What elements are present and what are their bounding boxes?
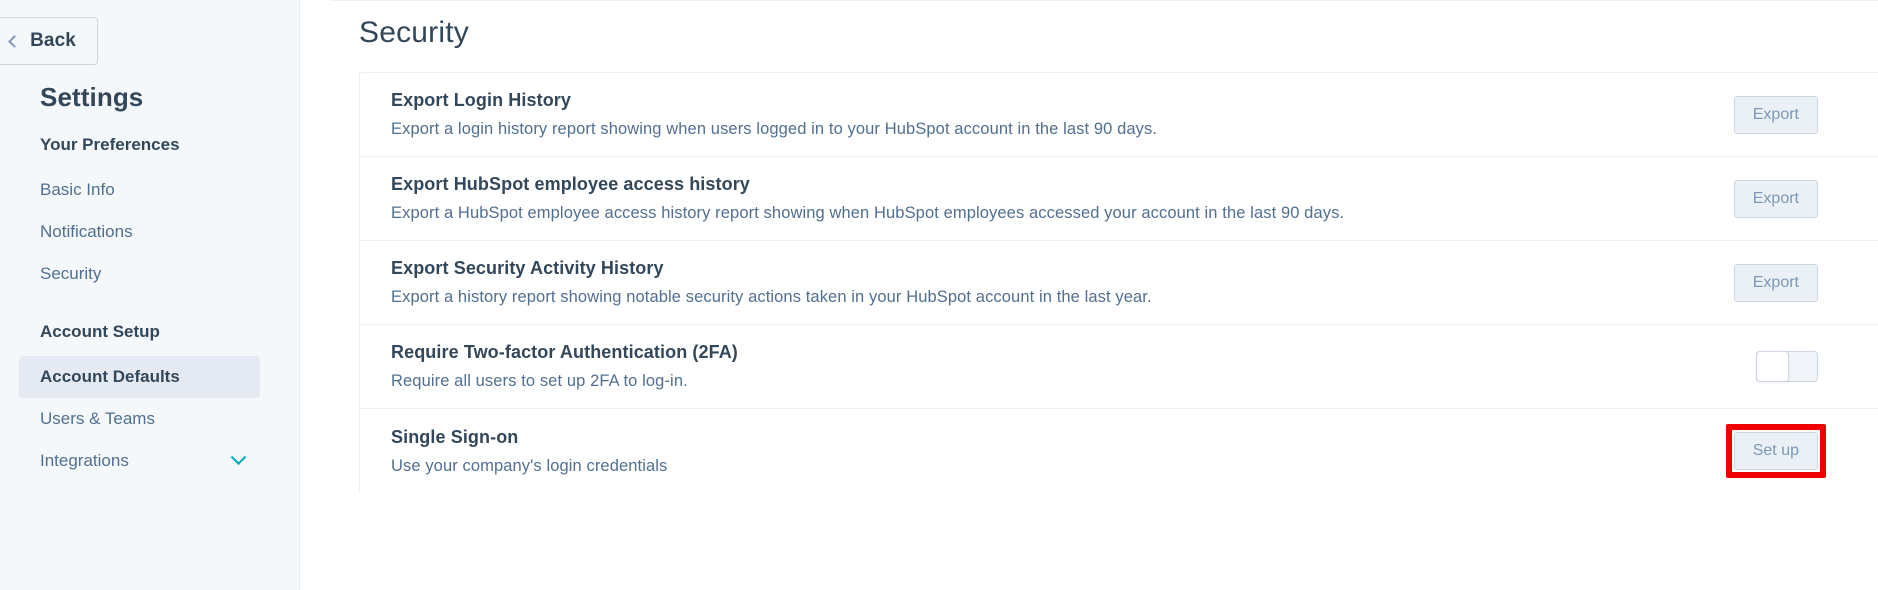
settings-nav: Settings Your Preferences Basic Info Not… [0,82,299,482]
sidebar-title: Settings [40,82,144,112]
set-up-button[interactable]: Set up [1733,432,1818,470]
row-description: Export a HubSpot employee access history… [391,204,1345,222]
nav-section-your-preferences: Your Preferences [40,135,180,154]
sidebar-item-security[interactable]: Security [19,253,260,295]
sidebar-item-integrations[interactable]: Integrations [19,440,260,482]
table-row: Export Login History Export a login hist… [360,73,1878,157]
sidebar-item-account-defaults[interactable]: Account Defaults [19,356,260,398]
row-description: Export a login history report showing wh… [391,120,1158,138]
page-title: Security [359,16,469,49]
row-text: Export HubSpot employee access history E… [391,174,1672,223]
security-settings-card: Export Login History Export a login hist… [359,72,1878,493]
export-login-history-button[interactable]: Export [1733,95,1818,134]
row-title: Single Sign-on [391,426,519,447]
require-2fa-toggle[interactable] [1756,351,1818,382]
row-text: Single Sign-on Use your company's login … [391,427,1672,476]
main-content: Security Export Login History Export a l… [300,0,1878,590]
row-action [1672,351,1822,382]
row-title: Export HubSpot employee access history [391,174,750,194]
sidebar-item-label: Security [40,264,102,283]
row-title: Export Security Activity History [391,258,664,278]
table-row: Require Two-factor Authentication (2FA) … [360,325,1878,409]
export-employee-access-history-button[interactable]: Export [1733,179,1818,218]
row-description: Export a history report showing notable … [391,288,1152,306]
row-action: Export [1672,263,1822,302]
export-security-activity-history-button[interactable]: Export [1733,263,1818,302]
table-row: Export HubSpot employee access history E… [360,157,1878,241]
sidebar-item-label: Account Defaults [40,367,180,386]
chevron-left-icon [8,34,21,48]
chevron-down-icon[interactable] [230,448,247,465]
row-description: Use your company's login credentials [391,456,668,475]
content-top-divider [330,0,1878,1]
sidebar-item-label: Users & Teams [40,409,155,428]
table-row: Single Sign-on Use your company's login … [360,409,1878,493]
sidebar-item-label: Integrations [40,451,129,470]
row-action: Set up [1672,432,1822,470]
row-title: Export Login History [391,90,572,110]
row-action: Export [1672,95,1822,134]
row-text: Require Two-factor Authentication (2FA) … [391,342,1672,391]
sidebar-item-label: Basic Info [40,180,115,199]
row-action: Export [1672,179,1822,218]
row-title: Require Two-factor Authentication (2FA) [391,342,738,362]
table-row: Export Security Activity History Export … [360,241,1878,325]
sidebar-item-basic-info[interactable]: Basic Info [19,169,260,211]
sidebar-item-users-and-teams[interactable]: Users & Teams [19,398,260,440]
nav-section-account-setup: Account Setup [40,322,160,341]
settings-sidebar: Back Settings Your Preferences Basic Inf… [0,0,323,590]
settings-page: Back Settings Your Preferences Basic Inf… [0,0,1878,590]
back-button[interactable]: Back [0,17,98,65]
sidebar-item-notifications[interactable]: Notifications [19,211,260,253]
back-button-label: Back [30,30,76,51]
toggle-knob [1756,351,1789,382]
row-text: Export Login History Export a login hist… [391,90,1672,139]
row-text: Export Security Activity History Export … [391,258,1672,307]
row-description: Require all users to set up 2FA to log-i… [391,372,688,390]
sidebar-item-label: Notifications [40,222,133,241]
